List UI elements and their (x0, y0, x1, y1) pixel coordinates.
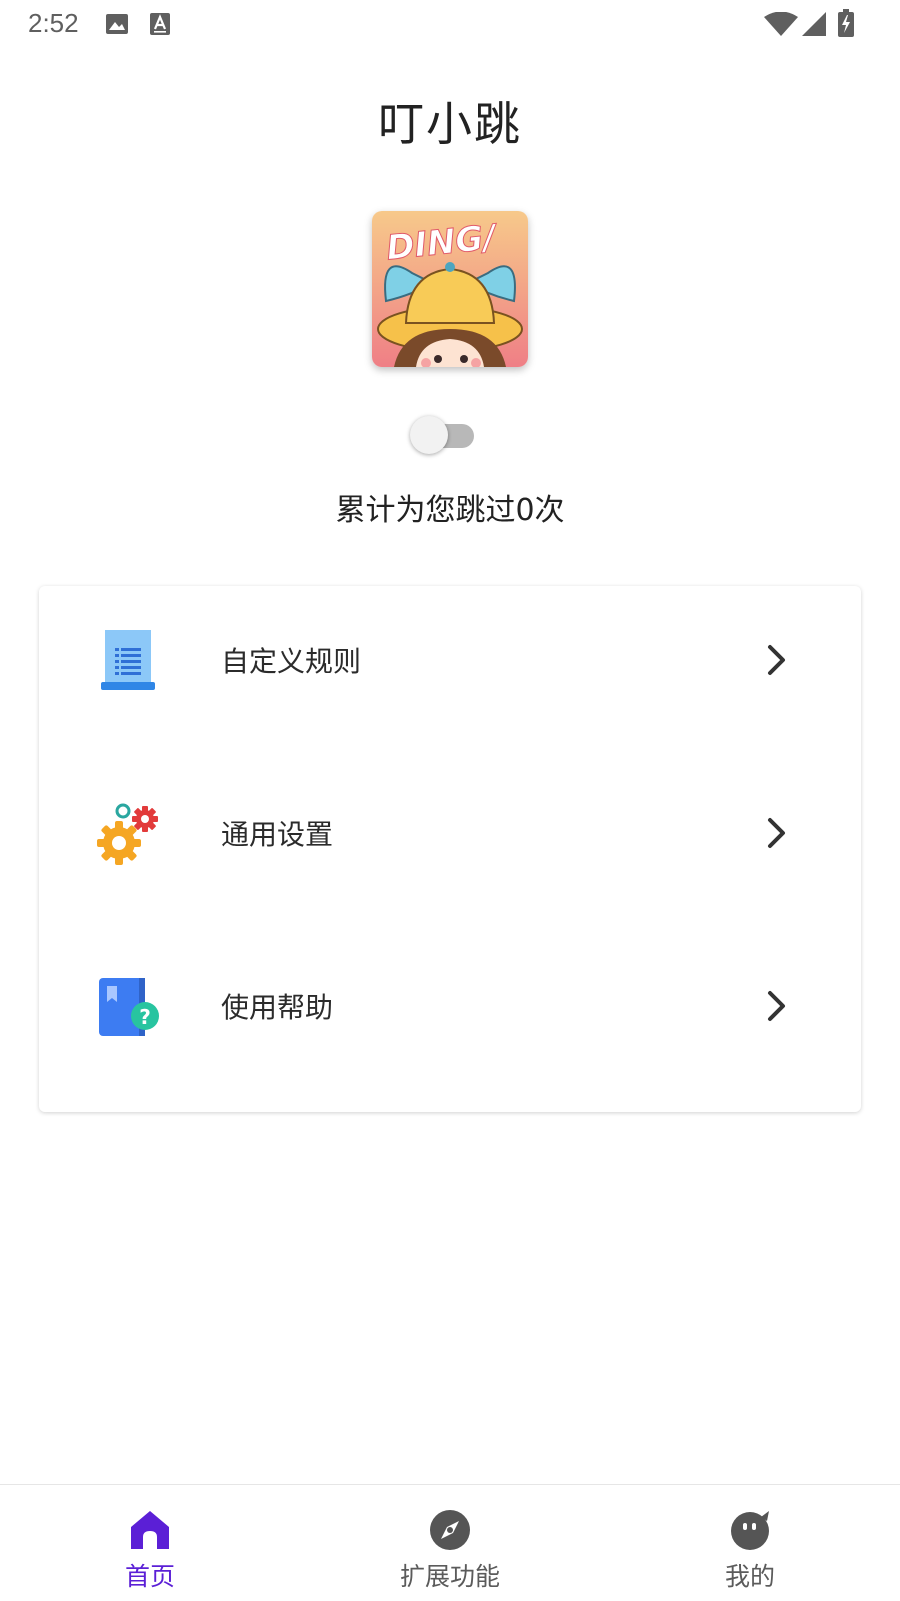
nav-label: 我的 (724, 1562, 775, 1591)
menu-item-custom-rules[interactable]: 自定义规则 (39, 590, 861, 730)
chevron-right-icon (765, 816, 789, 850)
nav-profile[interactable]: 我的 (600, 1485, 900, 1601)
chevron-right-icon (765, 989, 789, 1023)
menu-card: 自定义规则 通用设置 ? 使用帮助 (39, 586, 861, 1112)
service-toggle[interactable] (410, 416, 476, 454)
skip-count-text: 累计为您跳过0次 (335, 493, 565, 528)
profile-icon (729, 1509, 771, 1551)
compass-icon (429, 1509, 471, 1551)
image-icon (106, 14, 128, 38)
home-icon (129, 1509, 171, 1551)
app-logo-icon: DING/ (372, 211, 528, 367)
gears-icon (95, 801, 161, 867)
toggle-thumb (410, 416, 448, 454)
status-time: 2:52 (28, 8, 79, 38)
nav-extensions[interactable]: 扩展功能 (300, 1485, 600, 1601)
menu-item-label: 使用帮助 (221, 991, 334, 1024)
wifi-icon (764, 11, 798, 40)
svg-text:?: ? (139, 1005, 151, 1029)
battery-charging-icon (838, 9, 854, 41)
nav-home[interactable]: 首页 (0, 1485, 300, 1601)
menu-item-general-settings[interactable]: 通用设置 (39, 763, 861, 903)
bottom-nav: 首页 扩展功能 我的 (0, 1484, 900, 1601)
menu-item-label: 自定义规则 (221, 645, 362, 678)
text-icon (150, 13, 170, 39)
nav-label: 扩展功能 (399, 1562, 500, 1591)
document-list-icon (95, 628, 161, 694)
chevron-right-icon (765, 643, 789, 677)
cell-signal-icon (802, 12, 826, 40)
status-bar: 2:52 (0, 0, 900, 50)
nav-label: 首页 (124, 1562, 175, 1591)
help-book-icon: ? (95, 974, 161, 1040)
menu-item-label: 通用设置 (221, 818, 334, 851)
app-title: 叮小跳 (378, 97, 522, 151)
menu-item-help[interactable]: ? 使用帮助 (39, 936, 861, 1076)
